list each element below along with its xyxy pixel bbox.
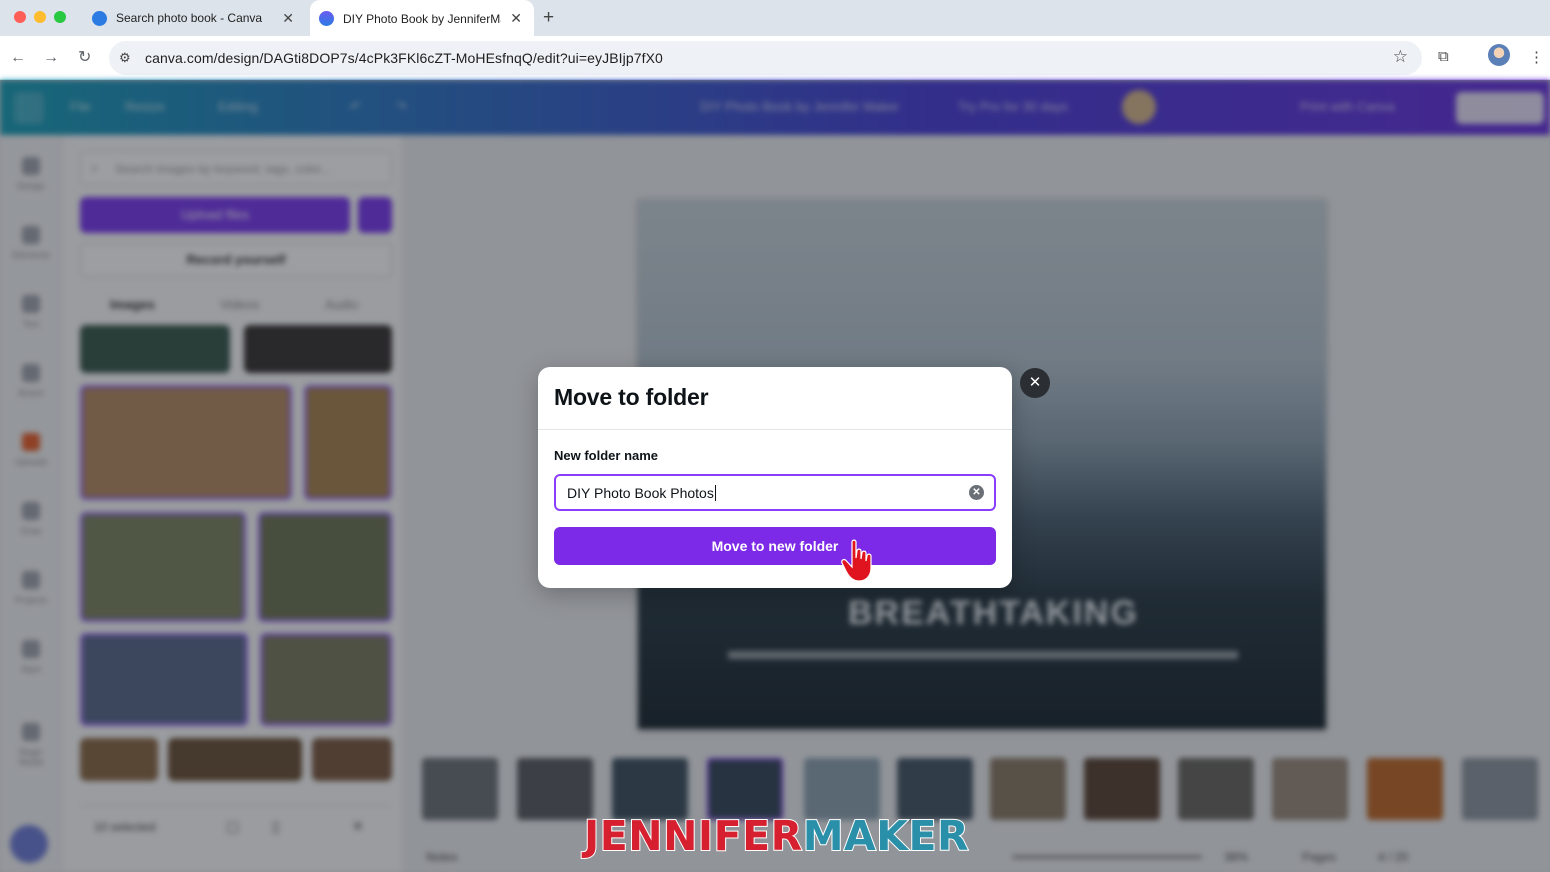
url-text: canva.com/design/DAGti8DOP7s/4cPk3FKl6cZ…	[145, 50, 663, 66]
zoom-window-button[interactable]	[54, 11, 66, 23]
clear-circle-icon[interactable]: ✕	[969, 485, 984, 500]
close-icon[interactable]: ✕	[282, 10, 294, 26]
tab-title: DIY Photo Book by JenniferMaker	[343, 11, 501, 26]
tab-search-icon[interactable]: ⧉	[1438, 48, 1449, 65]
watermark-part1: JENNIFER	[583, 811, 803, 861]
forward-icon[interactable]: →	[43, 48, 59, 68]
folder-name-input[interactable]: DIY Photo Book Photos ✕	[554, 474, 996, 511]
more-menu-icon[interactable]: ⋮	[1529, 48, 1544, 66]
move-to-folder-dialog: Move to folder New folder name DIY Photo…	[538, 367, 1012, 588]
folder-name-value: DIY Photo Book Photos	[567, 485, 716, 501]
close-icon[interactable]: ✕	[1020, 368, 1050, 398]
browser-tab-search[interactable]: Search photo book - Canva ✕	[84, 0, 306, 36]
input-value: DIY Photo Book Photos	[567, 485, 714, 501]
close-window-button[interactable]	[14, 11, 26, 23]
dialog-title: Move to folder	[554, 384, 709, 410]
bookmark-star-icon[interactable]: ☆	[1393, 47, 1408, 67]
canva-favicon-icon	[319, 11, 334, 26]
text-caret	[714, 485, 716, 501]
divider	[538, 429, 1012, 430]
close-icon[interactable]: ✕	[510, 10, 522, 26]
browser-tab-active[interactable]: DIY Photo Book by JenniferMaker ✕	[310, 0, 534, 37]
back-icon[interactable]: ←	[10, 48, 26, 68]
window-controls	[14, 11, 66, 23]
minimize-window-button[interactable]	[34, 11, 46, 23]
address-bar[interactable]: ⚙ canva.com/design/DAGti8DOP7s/4cPk3FKl6…	[109, 41, 1422, 75]
jennifermaker-watermark: JENNIFERMAKER	[583, 811, 970, 861]
browser-tab-bar: Search photo book - Canva ✕ DIY Photo Bo…	[0, 0, 1550, 37]
profile-avatar[interactable]	[1488, 44, 1510, 66]
plus-icon[interactable]: +	[543, 7, 554, 29]
hand-pointer-cursor-icon	[841, 539, 872, 582]
folder-name-label: New folder name	[554, 448, 659, 463]
browser-toolbar: ← → ↻ ⚙ canva.com/design/DAGti8DOP7s/4cP…	[0, 36, 1550, 80]
reload-icon[interactable]: ↻	[78, 48, 91, 68]
tab-title: Search photo book - Canva	[116, 11, 263, 25]
watermark-part2: MAKER	[802, 811, 970, 861]
move-to-new-folder-button[interactable]: Move to new folder	[554, 527, 996, 565]
canva-favicon-icon	[92, 10, 107, 26]
site-settings-icon[interactable]: ⚙	[119, 50, 131, 66]
